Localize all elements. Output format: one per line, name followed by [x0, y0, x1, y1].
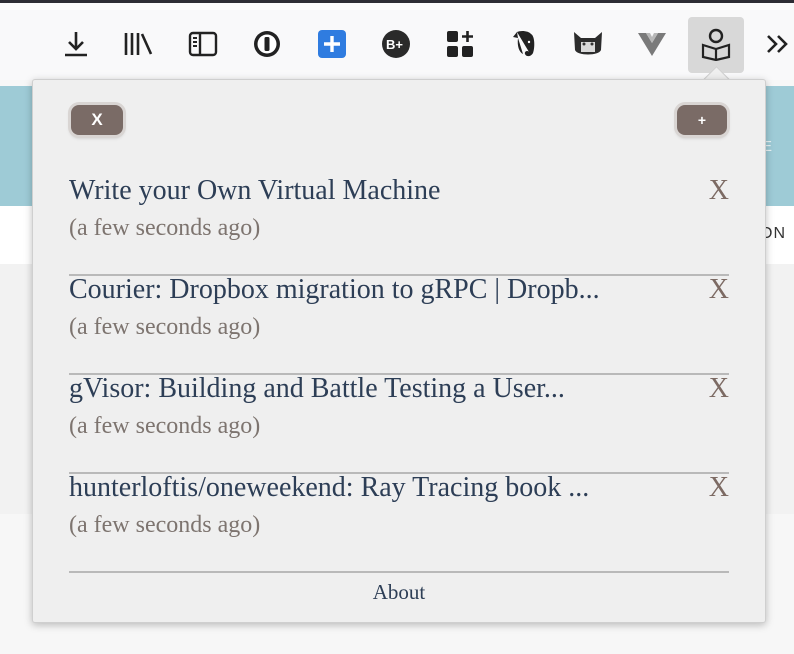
remove-item-button[interactable]: X — [709, 274, 729, 306]
item-title-link[interactable]: Courier: Dropbox migration to gRPC | Dro… — [69, 274, 679, 306]
browser-toolbar: B+ — [0, 0, 794, 80]
item-timestamp: (a few seconds ago) — [69, 215, 261, 241]
list-item: Courier: Dropbox migration to gRPC | Dro… — [69, 274, 729, 375]
add-page-button[interactable]: + — [677, 105, 727, 135]
library-icon[interactable] — [118, 24, 158, 64]
remove-item-button[interactable]: X — [709, 472, 729, 504]
about-link[interactable]: About — [33, 580, 765, 605]
cat-icon[interactable] — [568, 24, 608, 64]
reading-list-popup: X + Write your Own Virtual Machine (a fe… — [32, 79, 766, 623]
vue-icon[interactable] — [632, 24, 672, 64]
add-bookmark-icon[interactable] — [312, 24, 352, 64]
item-title-link[interactable]: hunterloftis/oneweekend: Ray Tracing boo… — [69, 472, 679, 504]
item-title-link[interactable]: Write your Own Virtual Machine — [69, 175, 679, 207]
close-all-button[interactable]: X — [71, 105, 123, 135]
b-plus-icon[interactable]: B+ — [376, 24, 416, 64]
remove-item-button[interactable]: X — [709, 373, 729, 405]
list-item: hunterloftis/oneweekend: Ray Tracing boo… — [69, 472, 729, 573]
item-title-link[interactable]: gVisor: Building and Battle Testing a Us… — [69, 373, 679, 405]
remove-item-button[interactable]: X — [709, 175, 729, 207]
tab-grid-icon[interactable] — [440, 24, 480, 64]
onepassword-icon[interactable] — [247, 24, 287, 64]
overflow-menu-icon[interactable] — [760, 24, 794, 64]
evernote-icon[interactable] — [504, 24, 544, 64]
list-item: gVisor: Building and Battle Testing a Us… — [69, 373, 729, 474]
download-icon[interactable] — [56, 24, 96, 64]
item-timestamp: (a few seconds ago) — [69, 314, 261, 340]
list-item: Write your Own Virtual Machine (a few se… — [69, 175, 729, 276]
item-timestamp: (a few seconds ago) — [69, 512, 261, 538]
svg-text:B+: B+ — [386, 37, 403, 52]
item-timestamp: (a few seconds ago) — [69, 413, 261, 439]
sidebar-icon[interactable] — [183, 24, 223, 64]
reading-list-icon[interactable] — [696, 24, 736, 64]
window-edge — [0, 0, 794, 3]
